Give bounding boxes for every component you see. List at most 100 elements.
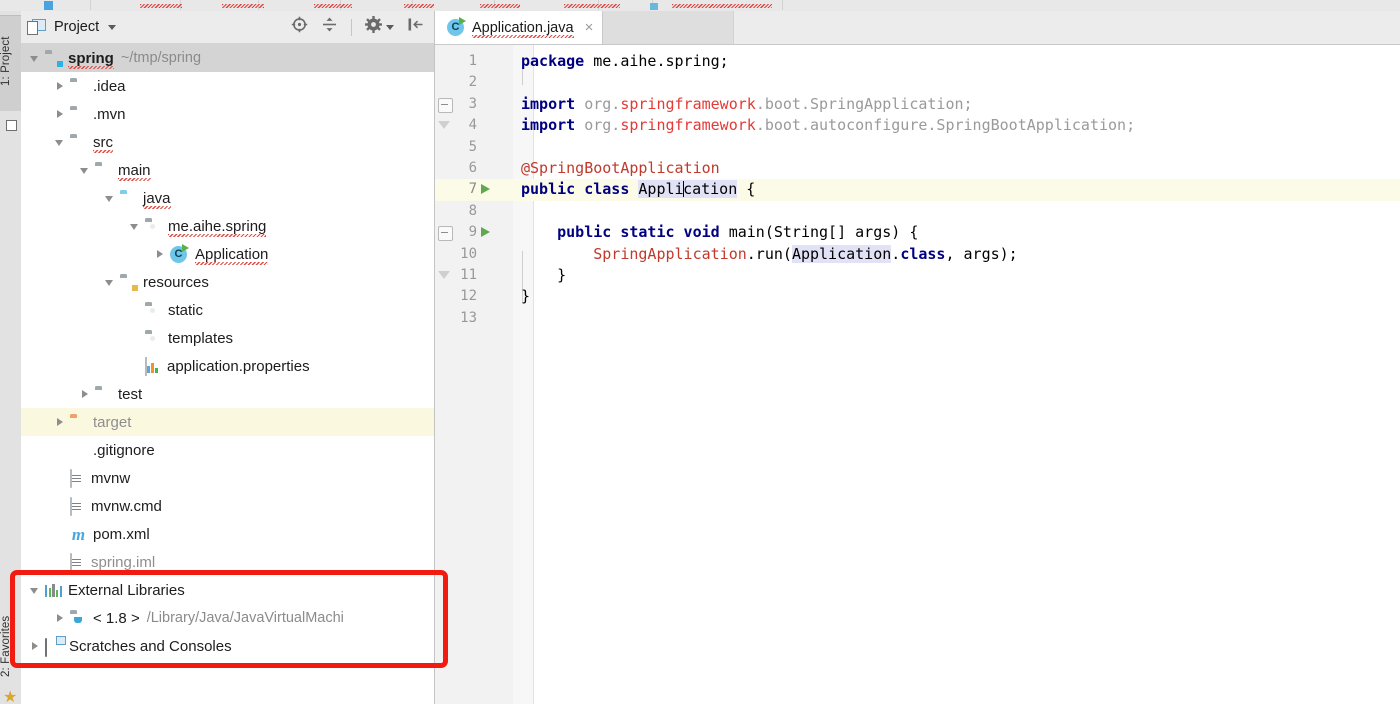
code-text: } xyxy=(521,287,531,306)
tree-item-label: java xyxy=(143,189,171,209)
code-line-10[interactable]: 10 SpringApplication.run(Application.cla… xyxy=(435,244,1400,265)
close-icon[interactable]: × xyxy=(585,19,594,36)
gear-icon[interactable] xyxy=(365,16,382,38)
expand-arrow-icon[interactable] xyxy=(54,80,67,93)
project-window-glyph-icon xyxy=(27,18,46,36)
hide-panel-icon[interactable] xyxy=(407,16,424,38)
fold-end-icon[interactable] xyxy=(438,270,450,279)
expand-arrow-icon[interactable] xyxy=(29,52,42,65)
code-line-7[interactable]: 7 public class Application { xyxy=(435,179,1400,201)
tree-item-label: resources xyxy=(143,273,209,291)
expand-arrow-icon[interactable] xyxy=(54,108,67,121)
tree-item-src[interactable]: src xyxy=(21,128,434,156)
tree-item-spring[interactable]: spring ~/tmp/spring xyxy=(21,44,434,72)
expand-arrow-icon[interactable] xyxy=(54,416,67,429)
expand-arrow-icon[interactable] xyxy=(104,276,117,289)
collapse-all-icon[interactable] xyxy=(321,16,338,38)
panel-title: Project xyxy=(54,19,100,35)
code-line-11[interactable]: 11 } xyxy=(435,265,1400,286)
expand-arrow-icon[interactable] xyxy=(54,612,67,625)
expand-arrow-icon[interactable] xyxy=(54,136,67,149)
code-lines: 1 package me.aihe.spring; 2 3 import org.spr… xyxy=(435,51,1400,329)
expand-arrow-icon[interactable] xyxy=(29,584,42,597)
expand-arrow-icon[interactable] xyxy=(29,640,42,653)
chevron-down-icon[interactable] xyxy=(108,24,117,30)
expand-arrow-icon[interactable] xyxy=(79,164,92,177)
tree-item-target[interactable]: target xyxy=(21,408,434,436)
tool-tab-favorites[interactable]: 2: Favorites xyxy=(0,596,21,696)
code-line-2[interactable]: 2 xyxy=(435,72,1400,93)
line-number: 13 xyxy=(460,309,477,326)
tree-item-label: pom.xml xyxy=(93,525,150,543)
arrow-placeholder xyxy=(54,472,67,485)
tree-item-application[interactable]: C Application xyxy=(21,240,434,268)
line-number: 6 xyxy=(468,159,477,176)
code-line-4[interactable]: 4 import org.springframework.boot.autocon… xyxy=(435,115,1400,136)
code-line-5[interactable]: 5 xyxy=(435,137,1400,158)
tree-item-label: main xyxy=(118,161,151,181)
tree-item-external-libraries[interactable]: External Libraries xyxy=(21,576,434,604)
line-number: 5 xyxy=(468,138,477,155)
code-editor[interactable]: 1 package me.aihe.spring; 2 3 import org.spr… xyxy=(435,45,1400,704)
expand-arrow-icon[interactable] xyxy=(79,388,92,401)
fold-collapse-icon[interactable] xyxy=(438,226,453,242)
project-tool-window: Project spring ~/tmp/spring .idea .mvn s… xyxy=(21,11,435,704)
expand-arrow-icon[interactable] xyxy=(129,220,142,233)
code-line-9[interactable]: 9 public static void main(String[] args)… xyxy=(435,222,1400,243)
tree-item-mvnw[interactable]: mvnw xyxy=(21,464,434,492)
tree-item-label: External Libraries xyxy=(68,581,185,599)
gear-dropdown-chevron-icon[interactable] xyxy=(386,24,394,30)
tree-item-label: test xyxy=(118,385,143,403)
fold-collapse-icon[interactable] xyxy=(438,97,453,113)
tree-item-label: Application xyxy=(195,245,269,265)
tree-item-templates[interactable]: templates xyxy=(21,324,434,352)
code-line-6[interactable]: 6 @SpringBootApplication xyxy=(435,158,1400,179)
fold-end-icon[interactable] xyxy=(438,121,450,130)
tree-item-main[interactable]: main xyxy=(21,156,434,184)
tree-item-scratches-and-consoles[interactable]: Scratches and Consoles xyxy=(21,632,434,660)
code-line-13[interactable]: 13 xyxy=(435,308,1400,329)
run-gutter-icon[interactable] xyxy=(481,184,490,195)
tree-item-label: src xyxy=(93,133,113,153)
tree-item-label: static xyxy=(168,301,204,319)
expand-arrow-icon[interactable] xyxy=(154,248,167,261)
line-number: 12 xyxy=(460,288,477,305)
code-line-12[interactable]: 12} xyxy=(435,286,1400,307)
tree-item-1-8[interactable]: < 1.8 > /Library/Java/JavaVirtualMachi xyxy=(21,604,434,632)
tree-item-test[interactable]: test xyxy=(21,380,434,408)
project-tree[interactable]: spring ~/tmp/spring .idea .mvn src main java me… xyxy=(21,44,434,704)
tree-item-idea[interactable]: .idea xyxy=(21,72,434,100)
line-number: 7 xyxy=(468,181,477,198)
run-gutter-icon[interactable] xyxy=(481,227,490,238)
tree-item-label: .mvn xyxy=(93,105,126,123)
tree-item-mvnw-cmd[interactable]: mvnw.cmd xyxy=(21,492,434,520)
locate-icon[interactable] xyxy=(291,16,308,38)
arrow-placeholder xyxy=(54,528,67,541)
code-text: SpringApplication.run(Application.class,… xyxy=(593,244,1018,263)
tree-item-label: .gitignore xyxy=(93,441,155,459)
tree-item-gitignore[interactable]: .gitignore xyxy=(21,436,434,464)
expand-arrow-icon[interactable] xyxy=(104,192,117,205)
tree-item-label: Scratches and Consoles xyxy=(69,637,232,655)
editor-tab-label: Application.java xyxy=(472,19,574,38)
code-line-1[interactable]: 1 package me.aihe.spring; xyxy=(435,51,1400,72)
tree-item-application-properties[interactable]: application.properties xyxy=(21,352,434,380)
tool-tab-project-label: 1: Project xyxy=(0,36,12,87)
tree-item-pom-xml[interactable]: m pom.xml xyxy=(21,520,434,548)
tree-item-spring-iml[interactable]: spring.iml xyxy=(21,548,434,576)
tree-item-path: /Library/Java/JavaVirtualMachi xyxy=(146,610,344,626)
editor-tab-bar-filler xyxy=(603,11,1400,44)
tree-item-static[interactable]: static xyxy=(21,296,434,324)
arrow-placeholder xyxy=(54,556,67,569)
tree-item-label: < 1.8 > xyxy=(93,609,140,627)
code-line-8[interactable]: 8 xyxy=(435,201,1400,222)
tree-item-resources[interactable]: resources xyxy=(21,268,434,296)
tree-item-java[interactable]: java xyxy=(21,184,434,212)
tree-item-label: me.aihe.spring xyxy=(168,217,267,237)
tree-item-mvn[interactable]: .mvn xyxy=(21,100,434,128)
editor-tab-application-java[interactable]: C Application.java × xyxy=(435,11,604,44)
tree-item-me-aihe-spring[interactable]: me.aihe.spring xyxy=(21,212,434,240)
code-line-3[interactable]: 3 import org.springframework.boot.SpringA… xyxy=(435,94,1400,115)
tree-item-label: mvnw xyxy=(91,469,131,487)
tool-tab-project[interactable]: 1: Project xyxy=(0,15,21,111)
